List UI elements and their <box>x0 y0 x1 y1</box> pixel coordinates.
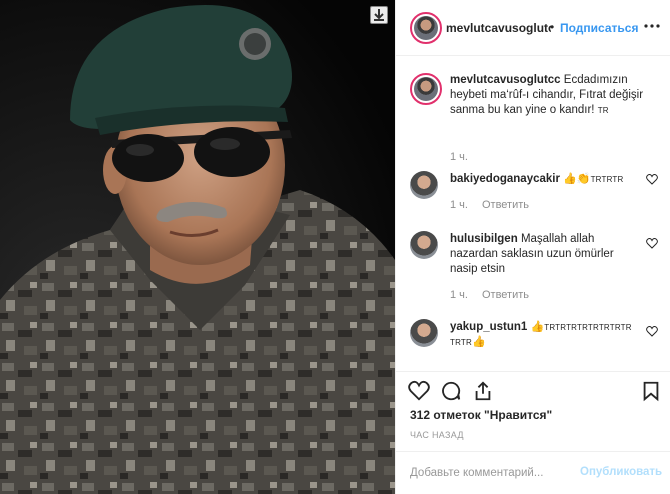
comment-like-icon[interactable] <box>646 174 658 185</box>
comment-text-block: hulusibilgen Maşallah allah nazardan sak… <box>450 232 640 277</box>
follow-button[interactable]: Подписаться <box>560 21 638 35</box>
comment-username[interactable]: yakup_ustun1 <box>450 321 527 333</box>
comment-emoji: 👍 <box>530 321 545 333</box>
comment-emoji: 👍👏 <box>563 173 591 185</box>
caption-username[interactable]: mevlutcavusoglutcc <box>450 74 561 86</box>
comment-time[interactable]: 1 ч. <box>450 289 468 301</box>
more-options-button[interactable] <box>643 19 663 35</box>
author-username[interactable]: mevlutcavusoglutcc <box>446 21 551 35</box>
post-header: mevlutcavusoglutcc • Подписаться <box>396 0 670 56</box>
caption-meta: 1 ч. <box>450 151 482 163</box>
comment-text-continued: TRTR <box>450 338 472 347</box>
share-icon[interactable] <box>472 380 494 402</box>
publish-button[interactable]: Опубликовать <box>580 466 662 478</box>
comment-meta: 1 ч. Ответить <box>450 199 543 211</box>
post-panel: mevlutcavusoglutcc • Подписаться mevlutc… <box>395 0 670 494</box>
bookmark-icon[interactable] <box>640 380 662 402</box>
comment-like-icon[interactable] <box>646 326 658 337</box>
comment-text-block: yakup_ustun1 👍TRTRTRTRTRTRTRTR TRTR👍 <box>450 320 640 350</box>
comment-emoji-end: 👍 <box>471 336 486 348</box>
header-separator: • <box>550 20 555 34</box>
comment-username[interactable]: bakiyedoganaycakir <box>450 173 560 185</box>
download-button[interactable] <box>370 6 388 24</box>
comment-like-icon[interactable] <box>646 238 658 249</box>
add-comment-bar: Опубликовать <box>396 451 670 494</box>
post-photo-illustration <box>0 0 395 494</box>
post-timestamp[interactable]: ЧАС НАЗАД <box>410 430 464 440</box>
comment-icon[interactable] <box>440 380 462 402</box>
caption-time[interactable]: 1 ч. <box>450 151 468 163</box>
comment-text-block: bakiyedoganaycakir 👍👏TRTRTR <box>450 172 650 187</box>
comment-avatar[interactable] <box>410 319 438 347</box>
reply-button[interactable]: Ответить <box>482 289 529 301</box>
comment-meta: 1 ч. Ответить <box>450 289 543 301</box>
comment-text: TRTRTR <box>590 175 624 184</box>
download-icon <box>374 9 384 21</box>
caption-avatar[interactable] <box>410 73 442 105</box>
comment-username[interactable]: hulusibilgen <box>450 233 518 245</box>
post-photo[interactable] <box>0 0 395 494</box>
author-avatar[interactable] <box>410 12 442 44</box>
comment-time[interactable]: 1 ч. <box>450 199 468 211</box>
heart-icon[interactable] <box>408 380 430 402</box>
likes-count[interactable]: 312 отметок "Нравится" <box>410 408 552 422</box>
post-actions: 312 отметок "Нравится" ЧАС НАЗАД <box>396 371 670 451</box>
comment-avatar[interactable] <box>410 231 438 259</box>
comment-input[interactable] <box>410 464 570 482</box>
caption-flag: TR <box>597 106 609 115</box>
comment-avatar[interactable] <box>410 171 438 199</box>
comment-text: TRTRTRTRTRTRTRTR <box>544 323 632 332</box>
reply-button[interactable]: Ответить <box>482 199 529 211</box>
caption-text-block: mevlutcavusoglutcc Ecdadımızın heybeti m… <box>450 73 650 118</box>
instagram-post-modal: mevlutcavusoglutcc • Подписаться mevlutc… <box>0 0 670 494</box>
more-icon <box>644 24 660 28</box>
comments-list[interactable]: mevlutcavusoglutcc Ecdadımızın heybeti m… <box>396 57 670 370</box>
